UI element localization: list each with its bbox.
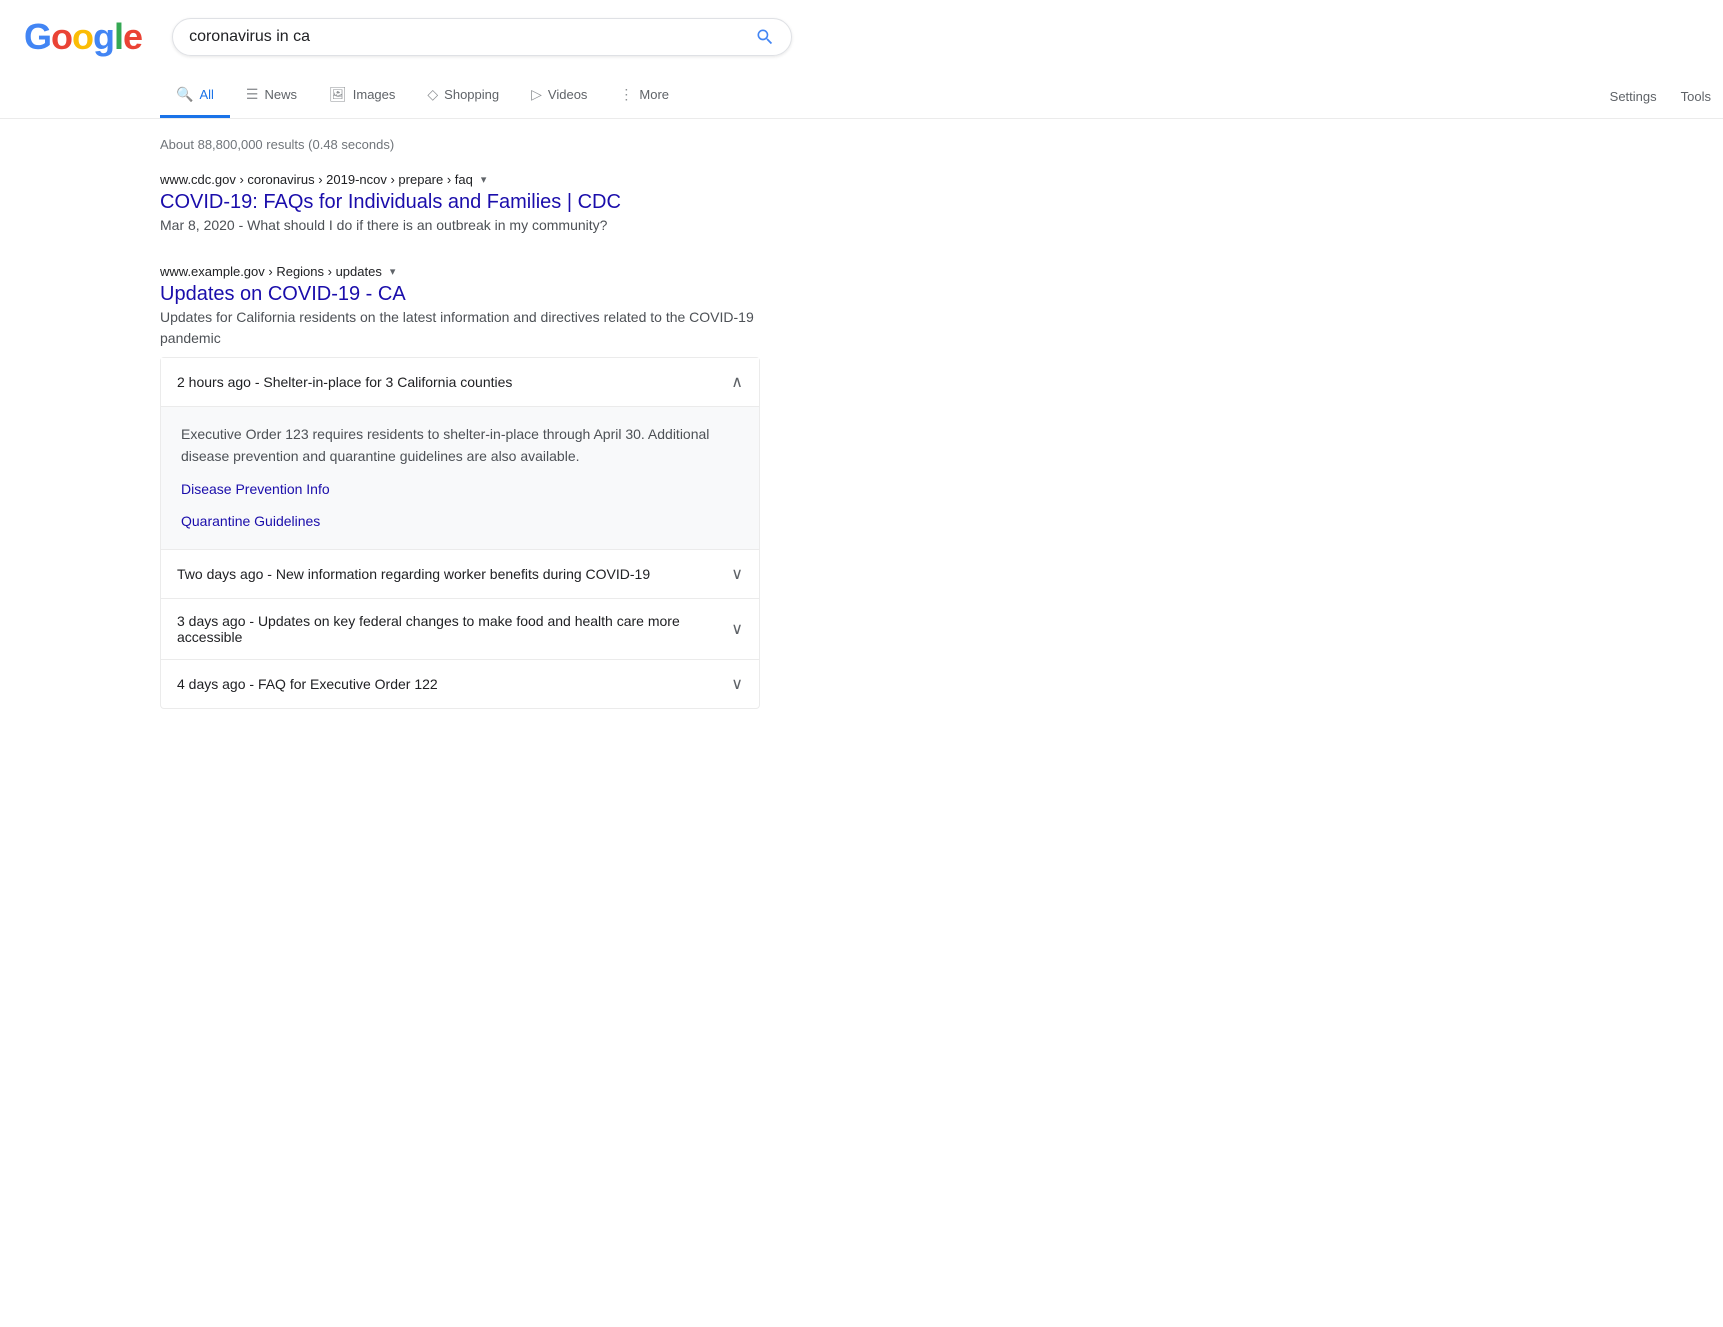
images-icon: 🖼 (329, 86, 347, 103)
tab-images[interactable]: 🖼 Images (313, 74, 411, 118)
tab-all-label: All (199, 87, 213, 102)
search-bar (172, 18, 792, 56)
cdc-url-dropdown-icon[interactable]: ▾ (481, 173, 487, 186)
tab-news-label: News (264, 87, 297, 102)
update-1-chevron-up-icon (731, 372, 743, 392)
update-4-chevron-down-icon (731, 674, 743, 694)
update-1-content: Executive Order 123 requires residents t… (161, 407, 759, 550)
tools-link[interactable]: Tools (1669, 77, 1723, 116)
result-count: About 88,800,000 results (0.48 seconds) (160, 137, 760, 152)
tab-videos-label: Videos (548, 87, 588, 102)
cdc-url-text: www.cdc.gov › coronavirus › 2019-ncov › … (160, 172, 473, 187)
header: Google (0, 0, 1723, 74)
update-row-2[interactable]: Two days ago - New information regarding… (161, 550, 759, 599)
result-item-ca: www.example.gov › Regions › updates ▾ Up… (160, 264, 760, 709)
disease-prevention-link[interactable]: Disease Prevention Info (181, 478, 739, 500)
result-item-cdc: www.cdc.gov › coronavirus › 2019-ncov › … (160, 172, 760, 236)
cdc-date: Mar 8, 2020 (160, 217, 235, 233)
tab-shopping-label: Shopping (444, 87, 499, 102)
result-url-cdc: www.cdc.gov › coronavirus › 2019-ncov › … (160, 172, 760, 187)
news-icon: ☰ (246, 86, 259, 103)
quarantine-guidelines-link[interactable]: Quarantine Guidelines (181, 510, 739, 532)
tab-more[interactable]: ⋮ More (603, 74, 685, 118)
videos-icon: ▷ (531, 86, 542, 103)
ca-url-dropdown-icon[interactable]: ▾ (390, 265, 396, 278)
tab-all[interactable]: 🔍 All (160, 74, 230, 118)
update-1-time-text: 2 hours ago - Shelter-in-place for 3 Cal… (177, 374, 512, 390)
more-icon: ⋮ (619, 86, 633, 103)
logo-letter-o2: o (72, 16, 93, 57)
update-row-4[interactable]: 4 days ago - FAQ for Executive Order 122 (161, 660, 759, 708)
update-2-chevron-down-icon (731, 564, 743, 584)
update-2-time-text: Two days ago - New information regarding… (177, 566, 650, 582)
update-4-time-text: 4 days ago - FAQ for Executive Order 122 (177, 676, 438, 692)
update-1-body-text: Executive Order 123 requires residents t… (181, 426, 709, 464)
logo-letter-o1: o (51, 16, 72, 57)
tab-shopping[interactable]: ◇ Shopping (411, 74, 515, 118)
tab-more-label: More (639, 87, 669, 102)
search-input[interactable] (189, 28, 755, 46)
update-row-1[interactable]: 2 hours ago - Shelter-in-place for 3 Cal… (161, 358, 759, 407)
ca-url-text: www.example.gov › Regions › updates (160, 264, 382, 279)
search-icon (755, 27, 775, 47)
settings-link[interactable]: Settings (1598, 77, 1669, 116)
update-3-chevron-down-icon (731, 619, 743, 639)
result-title-ca[interactable]: Updates on COVID-19 - CA (160, 283, 406, 305)
all-icon: 🔍 (176, 86, 193, 103)
cdc-desc-sep: - (239, 217, 248, 233)
tab-images-label: Images (353, 87, 396, 102)
search-nav: 🔍 All ☰ News 🖼 Images ◇ Shopping ▷ Video… (0, 74, 1723, 119)
tab-news[interactable]: ☰ News (230, 74, 313, 118)
result-desc-ca: Updates for California residents on the … (160, 307, 760, 349)
logo-letter-g2: g (93, 16, 114, 57)
logo-letter-e: e (123, 16, 142, 57)
update-3-time-text: 3 days ago - Updates on key federal chan… (177, 613, 731, 645)
result-title-cdc[interactable]: COVID-19: FAQs for Individuals and Famil… (160, 191, 621, 213)
cdc-desc-text: What should I do if there is an outbreak… (247, 217, 607, 233)
logo-letter-l: l (114, 16, 123, 57)
result-desc-cdc: Mar 8, 2020 - What should I do if there … (160, 215, 760, 236)
results-area: About 88,800,000 results (0.48 seconds) … (0, 119, 760, 709)
logo-letter-g: G (24, 16, 51, 57)
result-updates: 2 hours ago - Shelter-in-place for 3 Cal… (160, 357, 760, 709)
google-logo: Google (24, 16, 142, 58)
tab-videos[interactable]: ▷ Videos (515, 74, 603, 118)
result-url-ca: www.example.gov › Regions › updates ▾ (160, 264, 760, 279)
update-row-3[interactable]: 3 days ago - Updates on key federal chan… (161, 599, 759, 660)
shopping-icon: ◇ (427, 86, 438, 103)
search-button[interactable] (755, 27, 775, 47)
